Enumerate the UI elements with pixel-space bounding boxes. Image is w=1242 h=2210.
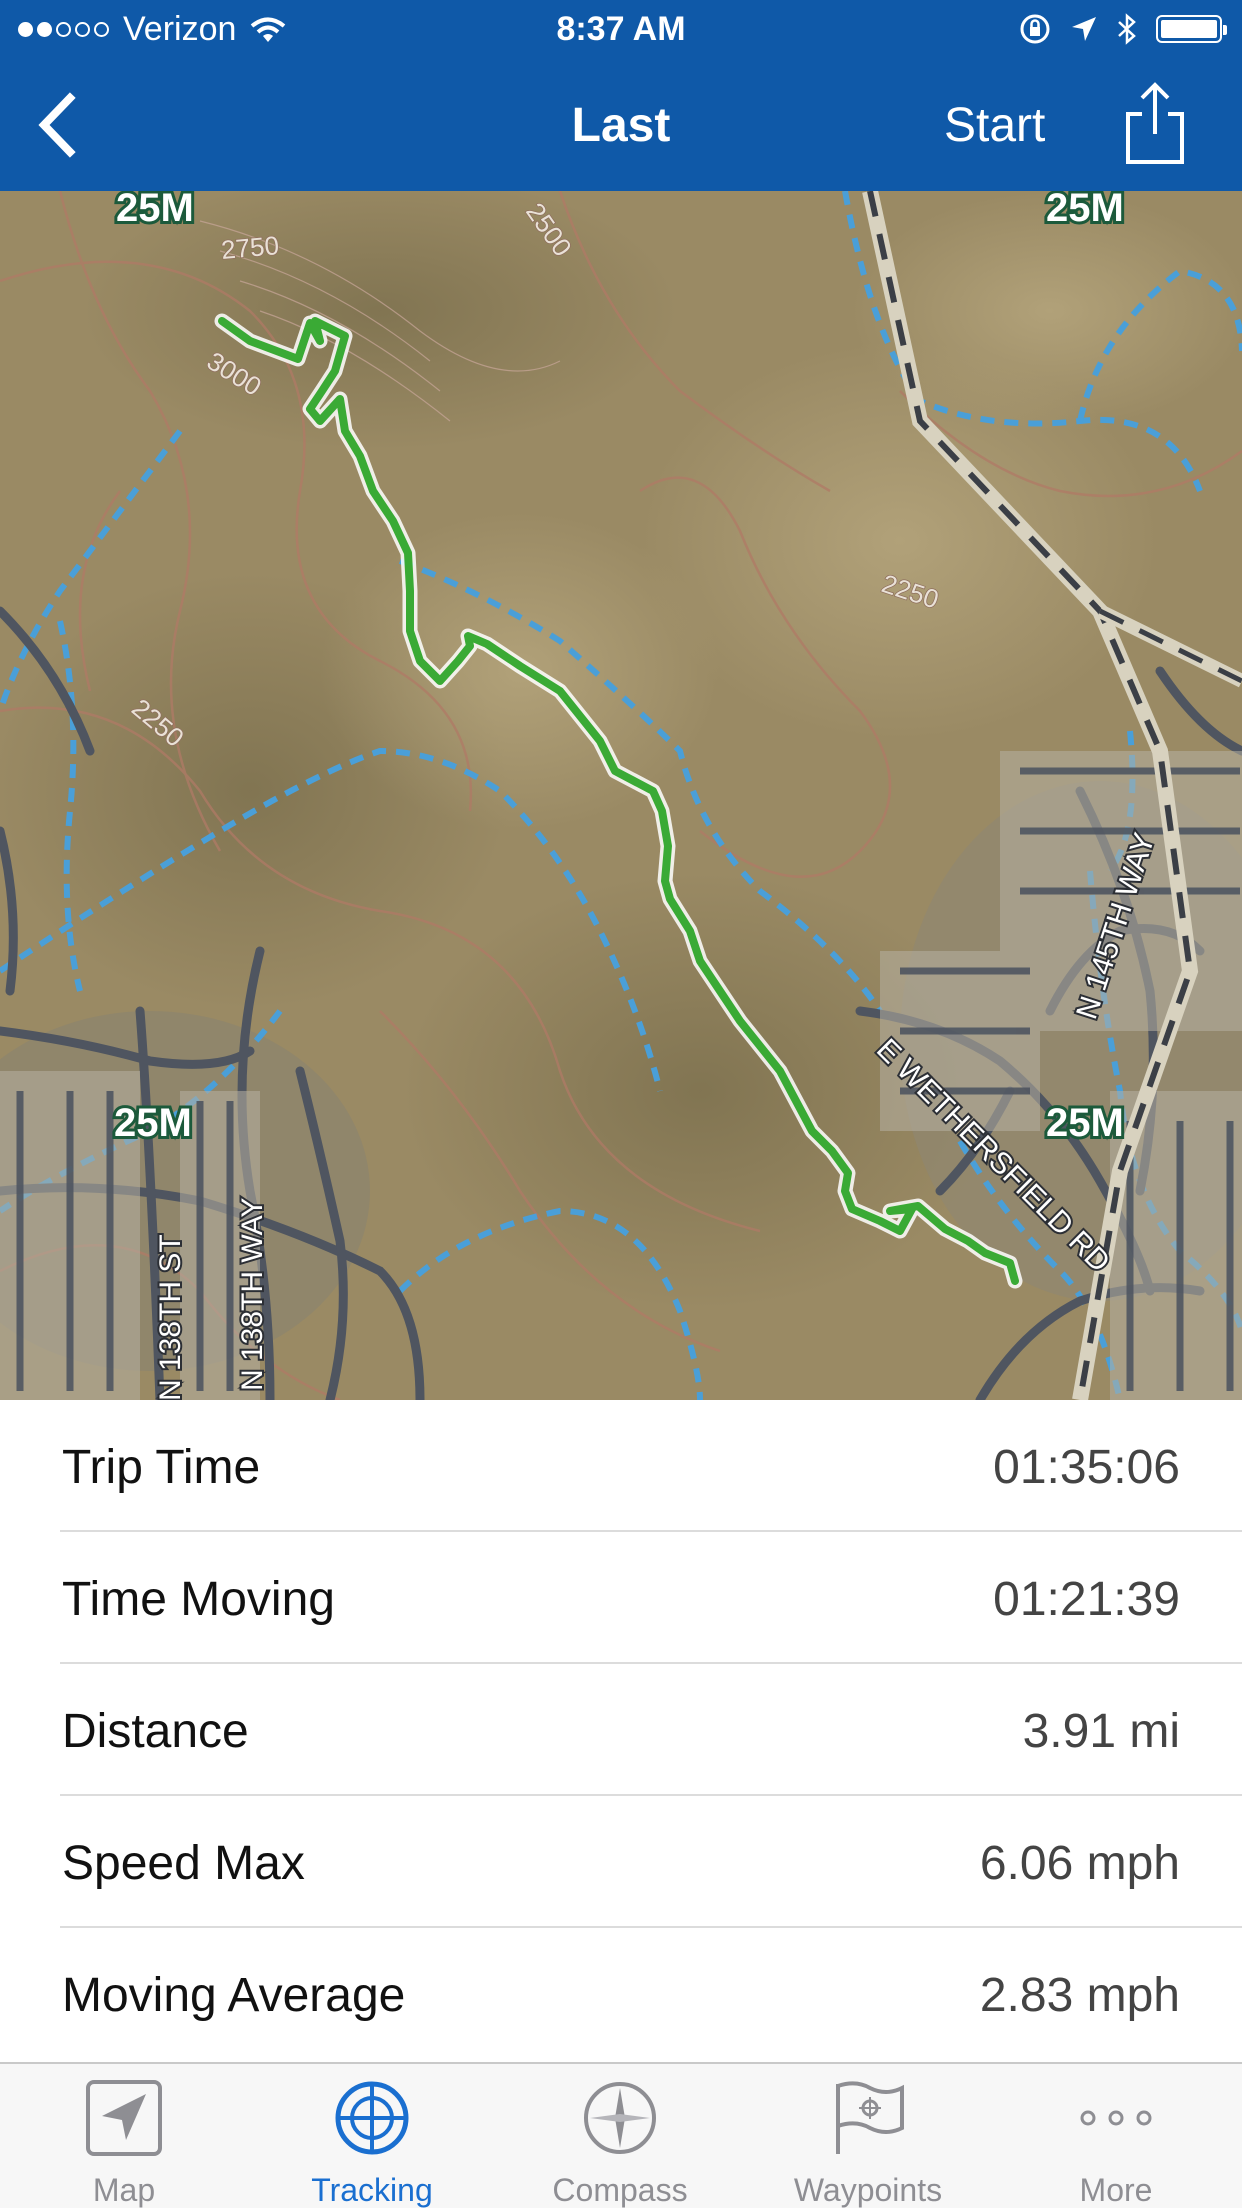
flag-icon (836, 2081, 904, 2154)
stat-value: 01:21:39 (993, 1573, 1180, 1626)
tab-label: Compass (552, 2172, 688, 2208)
street-label: N 138TH WAY (236, 1198, 269, 1391)
stat-value: 6.06 mph (979, 1837, 1180, 1890)
tab-bar: Map Tracking Compass Waypoints More (0, 2062, 1242, 2208)
battery-icon (1156, 15, 1227, 43)
stat-row-trip-time: Trip Time 01:35:06 (0, 1400, 1242, 1532)
map-view[interactable]: 25M 25M 25M 25M 2750 3000 2500 2250 2250… (0, 191, 1242, 1400)
zone-label: 25M (1046, 1101, 1124, 1145)
tab-compass[interactable]: Compass (496, 2064, 744, 2210)
tab-waypoints[interactable]: Waypoints (744, 2064, 992, 2210)
stat-label: Trip Time (62, 1441, 261, 1494)
tab-tracking[interactable]: Tracking (248, 2064, 496, 2210)
page-title: Last (571, 99, 671, 152)
orientation-lock-icon (1020, 14, 1050, 44)
street-label: N 138TH ST (154, 1234, 187, 1400)
stat-label: Moving Average (62, 1969, 406, 2022)
stat-value: 01:35:06 (993, 1441, 1180, 1494)
stat-row-time-moving: Time Moving 01:21:39 (0, 1532, 1242, 1664)
tab-label: More (1079, 2172, 1153, 2208)
stat-value: 3.91 mi (1022, 1705, 1180, 1758)
bluetooth-icon (1118, 13, 1136, 45)
location-arrow-icon (1072, 17, 1096, 41)
stat-label: Distance (62, 1705, 249, 1758)
navigation-bar: Last Start (0, 60, 1242, 191)
stat-label: Time Moving (62, 1573, 335, 1626)
stat-row-distance: Distance 3.91 mi (0, 1664, 1242, 1796)
start-button[interactable]: Start (944, 98, 1045, 153)
share-button[interactable] (1120, 80, 1190, 166)
status-bar: Verizon 8:37 AM (0, 0, 1242, 60)
stat-label: Speed Max (62, 1837, 305, 1890)
zone-label: 25M (114, 1101, 192, 1145)
navigation-arrow-icon (86, 2080, 162, 2156)
zone-label: 25M (116, 191, 194, 230)
tab-more[interactable]: More (992, 2064, 1240, 2210)
more-dots-icon (1080, 2110, 1152, 2126)
crosshair-circle-icon (335, 2081, 409, 2155)
zone-label: 25M (1046, 191, 1124, 230)
trip-stats-list: Trip Time 01:35:06 Time Moving 01:21:39 … (0, 1400, 1242, 2060)
tab-label: Map (92, 2172, 156, 2208)
tab-label: Waypoints (793, 2172, 943, 2208)
compass-icon (584, 2082, 656, 2154)
share-icon (1126, 82, 1184, 164)
stat-row-moving-average: Moving Average 2.83 mph (0, 1928, 1242, 2060)
stat-row-speed-max: Speed Max 6.06 mph (0, 1796, 1242, 1928)
stat-value: 2.83 mph (979, 1969, 1180, 2022)
contour-label: 2750 (220, 230, 280, 265)
tab-label: Tracking (311, 2172, 433, 2208)
tab-map[interactable]: Map (0, 2064, 248, 2210)
